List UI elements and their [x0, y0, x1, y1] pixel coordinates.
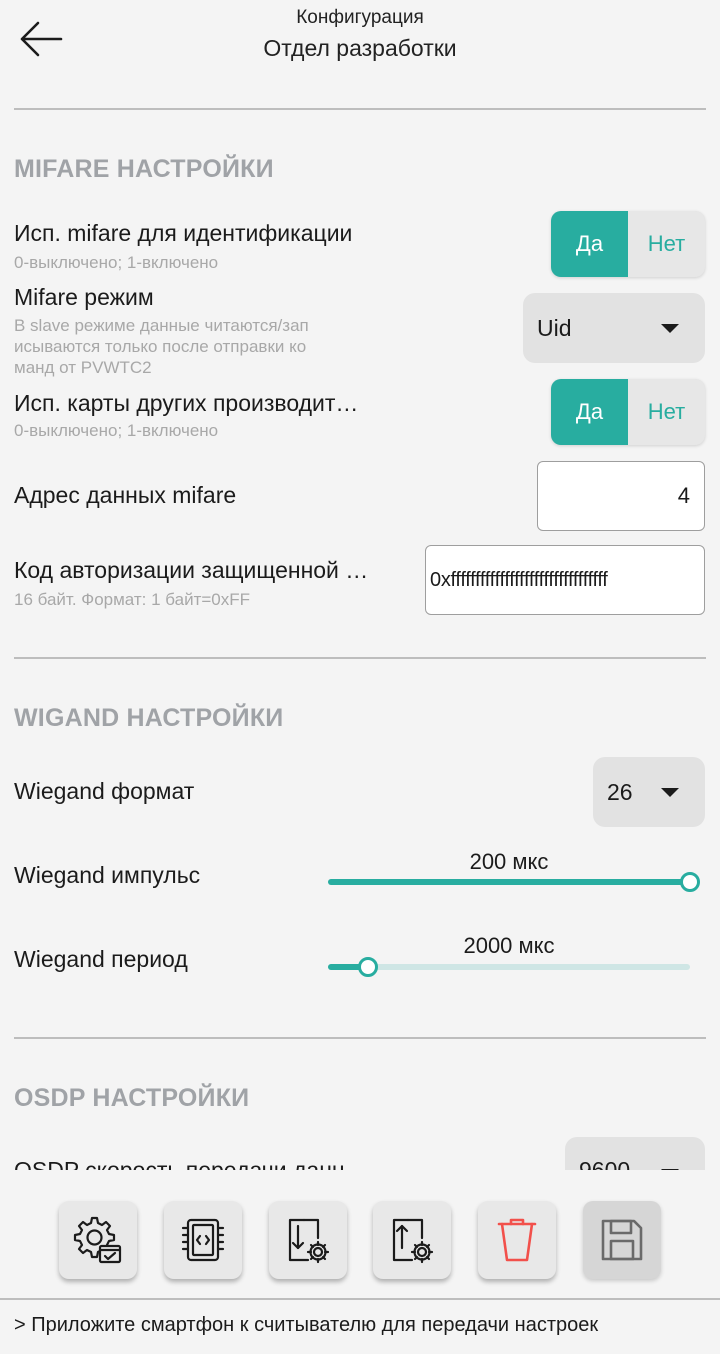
- firmware-button[interactable]: [164, 1201, 242, 1279]
- wiegand-period-slider[interactable]: [328, 956, 690, 978]
- mifare-other-vendors-toggle[interactable]: Да Нет: [551, 379, 705, 445]
- mifare-other-vendors-label: Исп. карты других производит…: [14, 390, 359, 416]
- divider: [14, 657, 706, 659]
- download-settings-button[interactable]: [269, 1201, 347, 1279]
- toggle-no-option[interactable]: Нет: [628, 379, 705, 445]
- chevron-down-icon: [661, 324, 679, 333]
- mifare-data-address-input[interactable]: 4: [537, 461, 705, 531]
- upload-settings-icon: [392, 1218, 434, 1264]
- scroll-viewport-edge: OSDP скорость передачи данн… 9600: [0, 1130, 720, 1170]
- slider-fill: [328, 879, 690, 885]
- settings-check-button[interactable]: [59, 1201, 137, 1279]
- chevron-down-icon: [661, 788, 679, 797]
- osdp-speed-select[interactable]: 9600: [565, 1137, 705, 1170]
- bottom-toolbar: [0, 1170, 720, 1296]
- mifare-use-for-id-toggle[interactable]: Да Нет: [551, 211, 705, 277]
- trash-icon: [497, 1218, 537, 1262]
- firmware-chip-icon: [181, 1218, 225, 1262]
- status-bar: > Приложите смартфон к считывателю для п…: [0, 1298, 720, 1354]
- wiegand-format-value: 26: [607, 778, 633, 805]
- status-message: > Приложите смартфон к считывателю для п…: [14, 1314, 599, 1336]
- mifare-auth-code-hint: 16 байт. Формат: 1 байт=0xFF: [14, 590, 251, 609]
- wiegand-section-title: WIGAND НАСТРОЙКИ: [14, 704, 284, 732]
- slider-thumb[interactable]: [680, 872, 700, 892]
- slider-track: [328, 964, 690, 970]
- slider-thumb[interactable]: [358, 957, 378, 977]
- mifare-section-title: MIFARE НАСТРОЙКИ: [14, 155, 274, 183]
- app-header: Конфигурация Отдел разработки: [0, 0, 720, 86]
- save-button[interactable]: [583, 1201, 661, 1279]
- upload-settings-button[interactable]: [373, 1201, 451, 1279]
- save-icon: [601, 1219, 643, 1261]
- toggle-yes-option[interactable]: Да: [551, 379, 628, 445]
- divider: [14, 1037, 706, 1039]
- mifare-use-for-id-label: Исп. mifare для идентификации: [14, 220, 353, 246]
- mifare-mode-hint-line2: исываются только после отправки ко: [14, 337, 307, 356]
- header-subtitle: Конфигурация: [296, 7, 424, 28]
- page-title: Отдел разработки: [263, 35, 457, 61]
- mifare-mode-select[interactable]: Uid: [523, 293, 705, 363]
- toggle-no-option[interactable]: Нет: [628, 211, 705, 277]
- mifare-auth-code-label: Код авторизации защищенной …: [14, 557, 369, 583]
- mifare-use-for-id-hint: 0-выключено; 1-включено: [14, 253, 219, 272]
- osdp-speed-label: OSDP скорость передачи данн…: [14, 1157, 368, 1170]
- wiegand-pulse-label: Wiegand импульс: [14, 862, 201, 888]
- mifare-data-address-label: Адрес данных mifare: [14, 482, 237, 508]
- toggle-yes-option[interactable]: Да: [551, 211, 628, 277]
- mifare-mode-value: Uid: [537, 314, 572, 341]
- delete-button[interactable]: [478, 1201, 556, 1279]
- settings-check-icon: [73, 1216, 122, 1264]
- wiegand-pulse-slider[interactable]: [328, 871, 700, 893]
- mifare-mode-hint-line1: В slave режиме данные читаются/зап: [14, 316, 309, 335]
- osdp-speed-value: 9600: [579, 1157, 631, 1170]
- mifare-mode-label: Mifare режим: [14, 284, 154, 310]
- wiegand-format-label: Wiegand формат: [14, 778, 195, 804]
- divider: [14, 108, 706, 110]
- wiegand-format-select[interactable]: 26: [593, 757, 705, 827]
- download-settings-icon: [288, 1218, 330, 1264]
- mifare-other-vendors-hint: 0-выключено; 1-включено: [14, 421, 219, 440]
- mifare-auth-code-input[interactable]: 0xffffffffffffffffffffffffffffffff: [425, 545, 705, 615]
- mifare-mode-hint-line3: манд от PVWTC2: [14, 358, 152, 377]
- osdp-section-title: OSDP НАСТРОЙКИ: [14, 1084, 250, 1112]
- wiegand-period-label: Wiegand период: [14, 946, 188, 972]
